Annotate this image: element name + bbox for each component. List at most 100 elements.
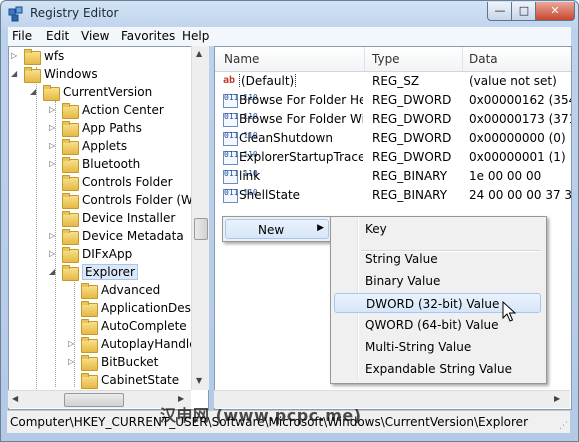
menu-view[interactable]: View [81,29,109,43]
menu-file[interactable]: File [12,29,32,43]
tree-item-label: AutoplayHandler [101,337,202,351]
value-row[interactable]: 011 110 Browse For Folder Wi... REG_DWORD 0… [215,110,571,129]
value-name: Browse For Folder Wi... [239,112,363,126]
tree-item-label: Device Installer [82,211,176,225]
tree-item-label: Windows [44,67,98,81]
tree-expand-icon[interactable]: ▷ [49,105,59,114]
tree-item[interactable]: ▷ App Paths [9,120,208,138]
folder-icon [62,139,79,155]
tree-item-label: DIFxApp [82,247,133,261]
submenu-item-label: DWORD (32-bit) Value [366,297,500,311]
close-button[interactable]: ✕ [535,2,575,21]
tree-item[interactable]: ▷ Applets [9,138,208,156]
column-header-type[interactable]: Type [372,52,400,66]
tree-item[interactable]: ▷ DIFxApp [9,246,208,264]
folder-icon [62,175,79,191]
tree-item[interactable]: Device Installer [9,210,208,228]
submenu-item-multi-string-value[interactable]: Multi-String Value [334,337,541,357]
binary-value-icon: 011 110 [223,151,258,165]
value-data: 0x00000162 (354) [469,93,571,107]
folder-icon [62,211,79,227]
value-row[interactable]: 011 110ExplorerStartupTrace... REG_DWORD 0… [215,148,571,167]
tree-item[interactable]: Advanced [9,282,208,300]
tree-item[interactable]: CabinetState [9,372,208,390]
tree-expand-icon[interactable]: ▷ [49,123,59,132]
context-menu-new-label: New [258,223,285,237]
tree-horizontal-scroll-thumb[interactable] [64,393,124,407]
value-name: Browse For Folder Hei... [239,93,363,107]
tree-item[interactable]: Controls Folder [9,174,208,192]
submenu-item-key[interactable]: Key [334,219,541,239]
tree-expand-icon[interactable]: ▷ [11,51,21,60]
submenu-item-label: QWORD (64-bit) Value [365,318,499,332]
value-row[interactable]: 011 110 CleanShutdown REG_DWORD 0x00000000 … [215,129,571,148]
tree-vertical-scrollbar[interactable]: ▲ ▼ [191,46,209,390]
folder-icon [62,265,79,281]
tree-item[interactable]: Controls Folder (Wov [9,192,208,210]
column-header-data[interactable]: Data [469,52,498,66]
tree-item[interactable]: ◢ CurrentVersion [9,84,208,102]
tree-item[interactable]: ▷ Bluetooth [9,156,208,174]
tree-expand-icon[interactable]: ▷ [49,231,59,240]
submenu-item-binary-value[interactable]: Binary Value [334,271,541,291]
string-value-icon: ab [223,75,236,86]
tree-item[interactable]: ◢ Windows [9,66,208,84]
tree-item[interactable]: ▷ Device Metadata [9,228,208,246]
menu-bar: File Edit View Favorites Help [8,27,571,47]
tree-expand-icon[interactable]: ▷ [49,159,59,168]
scroll-up-icon[interactable]: ▲ [196,49,202,58]
tree-item[interactable]: ▷ wfs [9,48,208,66]
context-menu-new[interactable]: New ▶ [225,219,329,239]
tree-item-label: BitBucket [101,355,159,369]
menu-favorites[interactable]: Favorites [121,29,175,43]
tree-item[interactable]: ApplicationDestin [9,300,208,318]
column-divider[interactable] [462,47,463,71]
maximize-button[interactable]: □ [511,2,537,21]
tree-collapse-icon[interactable]: ◢ [11,69,21,78]
column-divider[interactable] [364,47,365,71]
submenu-item-label: Expandable String Value [365,362,512,376]
tree-expand-icon[interactable]: ▷ [49,249,59,258]
tree-collapse-icon[interactable]: ◢ [49,267,59,276]
tree-vertical-scroll-thumb[interactable] [194,218,208,240]
tree-expand-icon[interactable]: ▷ [68,339,78,348]
folder-icon [81,319,98,335]
value-row[interactable]: ab (Default) REG_SZ (value not set) [215,72,571,91]
registry-tree[interactable]: ▷ wfs ◢ Windows ◢ CurrentVersion ▷ Action Cente… [8,46,209,410]
tree-item[interactable]: ◢ Explorer [9,264,208,282]
tree-expand-icon[interactable]: ▷ [49,141,59,150]
value-row[interactable]: 011 110 ShellState REG_BINARY 24 00 00 00 3… [215,186,571,205]
menu-help[interactable]: Help [182,29,209,43]
tree-item[interactable]: ▷ AutoplayHandler [9,336,208,354]
tree-expand-icon[interactable]: ▷ [68,357,78,366]
tree-item[interactable]: ▷ BitBucket [9,354,208,372]
scroll-right-icon[interactable]: ▶ [554,394,560,403]
value-data: (value not set) [469,74,557,88]
value-type: REG_DWORD [372,131,452,145]
scroll-left-icon[interactable]: ◀ [12,394,18,403]
value-row[interactable]: 011 110 link REG_BINARY 1e 00 00 00 [215,167,571,186]
title-bar[interactable]: Registry Editor — □ ✕ [1,1,578,27]
scroll-down-icon[interactable]: ▼ [196,376,202,385]
tree-item-label: Device Metadata [82,229,184,243]
tree-item[interactable]: AutoComplete [9,318,208,336]
window-title: Registry Editor [30,6,119,20]
tree-item[interactable]: ▷ Action Center [9,102,208,120]
value-row[interactable]: 011 110Browse For Folder Hei... REG_DWORD… [215,91,571,110]
submenu-item-expandable-string-value[interactable]: Expandable String Value [334,359,541,379]
value-type: REG_SZ [372,74,420,88]
tree-item-label: Bluetooth [82,157,141,171]
tree-item-label: CabinetState [101,373,180,387]
column-header-name[interactable]: Name [224,52,259,66]
folder-icon [81,283,98,299]
folder-icon [43,85,60,101]
minimize-button[interactable]: — [487,2,513,21]
list-header: Name Type Data [215,47,571,72]
submenu-item-string-value[interactable]: String Value [334,249,541,269]
binary-value-icon: 011 110 [223,170,258,184]
resize-grip-icon[interactable]: ⋰ [559,421,568,431]
binary-value-icon: 011 110 [223,94,258,108]
tree-collapse-icon[interactable]: ◢ [30,87,40,96]
value-data: 24 00 00 00 37 38 00 [469,188,571,202]
menu-edit[interactable]: Edit [46,29,69,43]
